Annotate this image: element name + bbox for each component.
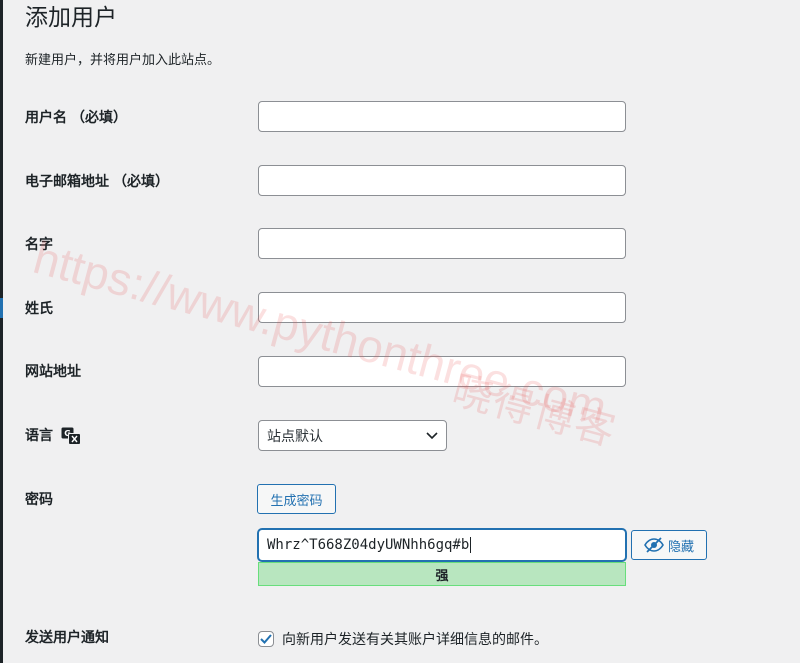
language-label: 语言 G bbox=[25, 426, 81, 446]
password-value: Whrz^T668Z04dyUWNhh6gq#b bbox=[267, 537, 470, 553]
notify-option[interactable]: 向新用户发送有关其账户详细信息的邮件。 bbox=[258, 629, 548, 649]
website-label-text: 网站地址 bbox=[25, 364, 81, 380]
username-input[interactable] bbox=[258, 101, 626, 132]
notify-checkbox[interactable] bbox=[258, 631, 274, 647]
last-name-label-text: 姓氏 bbox=[25, 301, 53, 317]
admin-menu-active-indicator bbox=[0, 298, 3, 318]
last-name-label: 姓氏 bbox=[25, 299, 53, 319]
notify-label-text: 发送用户通知 bbox=[25, 630, 109, 646]
generate-password-button[interactable]: 生成密码 bbox=[257, 484, 336, 514]
email-required-note: （必填） bbox=[113, 174, 169, 190]
email-label-text: 电子邮箱地址 bbox=[25, 174, 109, 190]
hide-password-label: 隐藏 bbox=[667, 539, 694, 555]
hide-password-button[interactable]: 隐藏 bbox=[631, 530, 707, 560]
checkmark-icon bbox=[260, 634, 272, 644]
username-label: 用户名 （必填） bbox=[25, 108, 127, 128]
username-required-note: （必填） bbox=[71, 110, 127, 126]
notify-text: 向新用户发送有关其账户详细信息的邮件。 bbox=[282, 632, 548, 648]
username-label-text: 用户名 bbox=[25, 110, 67, 126]
first-name-label-text: 名字 bbox=[25, 237, 53, 253]
page-description: 新建用户，并将用户加入此站点。 bbox=[25, 53, 221, 68]
language-select[interactable]: 站点默认 bbox=[258, 420, 447, 451]
language-label-text: 语言 bbox=[25, 428, 53, 444]
last-name-input[interactable] bbox=[258, 292, 626, 323]
admin-menu-edge bbox=[0, 0, 3, 663]
eye-slash-icon bbox=[644, 537, 664, 553]
email-label: 电子邮箱地址 （必填） bbox=[25, 172, 169, 192]
email-input[interactable] bbox=[258, 165, 626, 196]
password-strength-indicator: 强 bbox=[258, 562, 626, 586]
translate-icon: G bbox=[61, 427, 81, 445]
page-title: 添加用户 bbox=[25, 5, 117, 31]
chevron-down-icon bbox=[426, 431, 438, 440]
password-input[interactable]: Whrz^T668Z04dyUWNhh6gq#b bbox=[258, 529, 626, 561]
text-caret bbox=[470, 537, 472, 553]
first-name-input[interactable] bbox=[258, 228, 626, 259]
watermark-url: https://www.pythonthree.com bbox=[28, 230, 613, 435]
website-input[interactable] bbox=[258, 356, 626, 387]
password-label: 密码 bbox=[25, 490, 53, 510]
notify-label: 发送用户通知 bbox=[25, 628, 109, 648]
website-label: 网站地址 bbox=[25, 362, 81, 382]
password-label-text: 密码 bbox=[25, 492, 53, 508]
language-select-value: 站点默认 bbox=[267, 428, 323, 445]
first-name-label: 名字 bbox=[25, 235, 53, 255]
